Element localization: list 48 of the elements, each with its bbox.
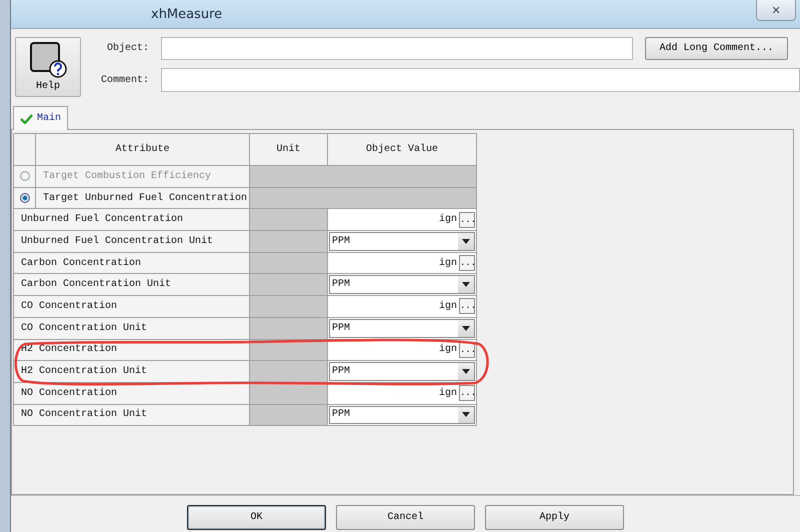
attribute-label: H2 Concentration Unit — [14, 361, 250, 383]
value-text: ign — [438, 258, 457, 269]
unit-dropdown[interactable]: PPM — [329, 275, 475, 294]
tab[interactable]: Main — [13, 106, 68, 130]
column-header: Unit — [250, 134, 328, 166]
radio-button[interactable] — [20, 193, 30, 204]
dialog-button[interactable]: OK — [187, 505, 326, 530]
dialog-button[interactable]: Apply — [485, 505, 624, 530]
value-text: ign — [438, 300, 457, 312]
browse-button[interactable]: ... — [459, 255, 475, 272]
close-button[interactable]: ✕ — [756, 0, 796, 21]
attribute-label: NO Concentration Unit — [14, 404, 250, 426]
object-field[interactable] — [161, 37, 633, 60]
unit-dropdown[interactable]: PPM — [329, 362, 475, 381]
attribute-label: Unburned Fuel Concentration Unit — [14, 231, 250, 253]
attribute-label: CO Concentration — [14, 296, 250, 318]
comment-field[interactable] — [161, 68, 800, 92]
value-text: ign — [438, 388, 457, 399]
dialog-button[interactable]: Cancel — [336, 505, 475, 530]
unit-dropdown[interactable]: PPM — [329, 318, 475, 338]
help-icon — [28, 41, 68, 79]
unit-dropdown[interactable]: PPM — [329, 232, 475, 251]
checkmark-icon — [20, 114, 33, 124]
help-button[interactable]: Help — [15, 37, 81, 97]
column-header: Attribute — [36, 134, 250, 166]
unit-dropdown[interactable]: PPM — [329, 406, 475, 424]
value-text: ign — [438, 214, 457, 226]
caret-icon — [462, 369, 470, 374]
caret-icon — [462, 282, 470, 288]
value-text: ign — [438, 344, 457, 356]
option-label: Target Unburned Fuel Concentration — [36, 188, 250, 210]
browse-button[interactable]: ... — [459, 298, 475, 314]
attribute-label: CO Concentration Unit — [14, 318, 250, 340]
add-long-comment-button[interactable]: Add Long Comment... — [645, 37, 788, 60]
option-label: Target Combustion Efficiency — [36, 166, 250, 188]
caret-icon — [462, 326, 470, 331]
radio-button[interactable] — [20, 171, 30, 182]
attribute-label: Carbon Concentration Unit — [14, 274, 250, 296]
attribute-label: Unburned Fuel Concentration — [14, 209, 250, 232]
attribute-label: Carbon Concentration — [14, 252, 250, 274]
browse-button[interactable]: ... — [459, 385, 475, 402]
caret-icon — [462, 238, 470, 244]
window-title: xhMeasure — [151, 6, 222, 22]
object-label: Object: — [106, 43, 149, 54]
browse-button[interactable]: ... — [459, 212, 475, 228]
column-header: Object Value — [328, 134, 477, 166]
caret-icon — [462, 412, 470, 418]
comment-label: Comment: — [100, 74, 149, 86]
